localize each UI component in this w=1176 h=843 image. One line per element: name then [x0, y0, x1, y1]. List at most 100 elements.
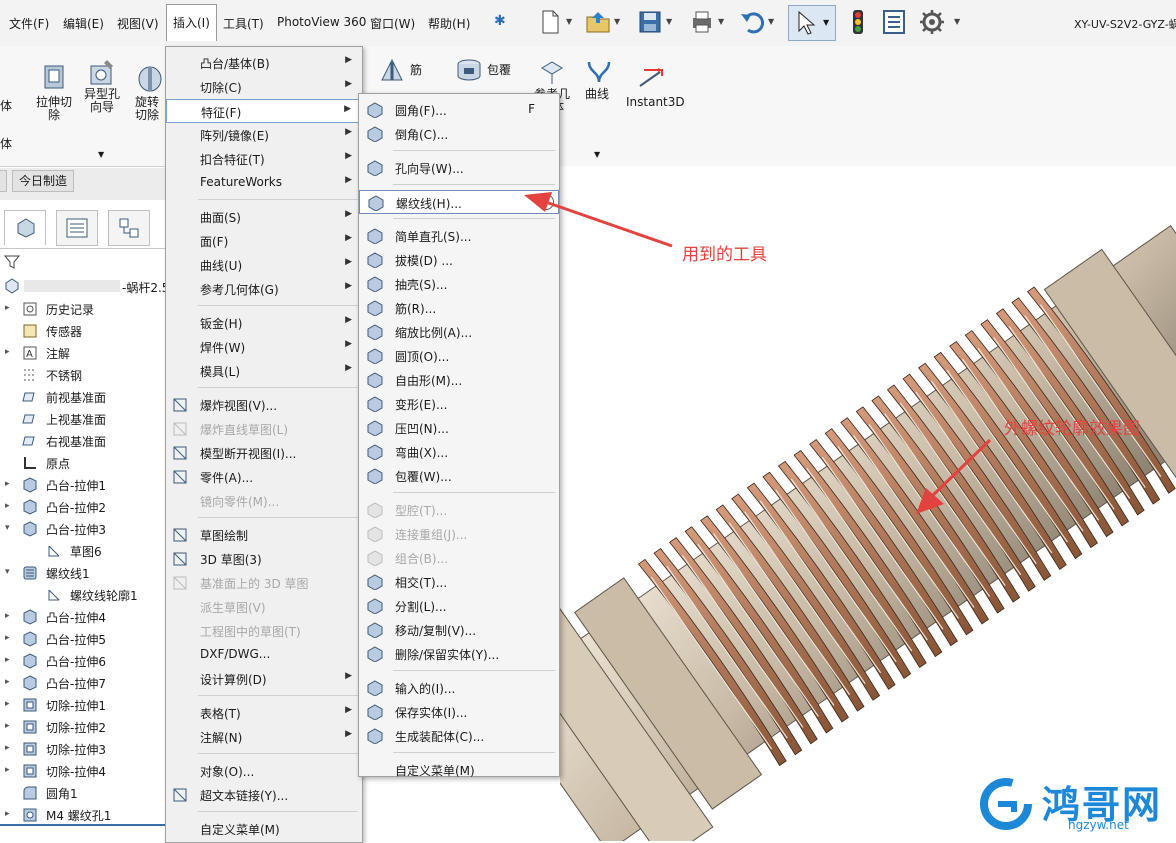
expand-arrow-icon[interactable]: ▸ — [5, 347, 10, 357]
tree-item[interactable]: ▸ 切除-拉伸4 — [0, 760, 165, 782]
curves-button[interactable]: 曲线 — [585, 88, 609, 101]
feature-menu-item[interactable]: 筋(R)... — [359, 296, 559, 320]
new-document-icon[interactable] — [536, 8, 564, 36]
tree-root[interactable]: -蜗杆2.5 — [0, 276, 169, 296]
insert-menu-item[interactable]: 模具(L) ▶ — [166, 359, 362, 383]
expand-arrow-icon[interactable]: ▸ — [5, 479, 10, 489]
insert-menu-item[interactable]: 设计算例(D) ▶ — [166, 667, 362, 691]
menu-file[interactable]: 文件(F) — [9, 15, 49, 32]
menu-view[interactable]: 视图(V) — [117, 15, 159, 32]
filter-icon[interactable] — [4, 254, 20, 270]
insert-menu-item[interactable]: 凸台/基体(B) ▶ — [166, 51, 362, 75]
tree-item[interactable]: 草图6 — [0, 540, 165, 562]
tree-item[interactable]: ▸ 凸台-拉伸7 — [0, 672, 165, 694]
wrap-button[interactable]: 包覆 — [487, 64, 511, 77]
expand-arrow-icon[interactable]: ▸ — [5, 633, 10, 643]
save-icon[interactable] — [636, 8, 664, 36]
feature-menu-item[interactable]: 压凹(N)... — [359, 416, 559, 440]
tab-configuration-manager[interactable] — [108, 210, 150, 246]
open-folder-icon[interactable] — [584, 8, 612, 36]
menu-edit[interactable]: 编辑(E) — [63, 15, 104, 32]
feature-menu-item[interactable]: 螺纹线(H)...? — [359, 190, 559, 214]
expand-arrow-icon[interactable]: ▸ — [5, 699, 10, 709]
tree-item[interactable]: ▸ A 注解 — [0, 342, 165, 364]
tab-property-manager[interactable] — [56, 210, 98, 246]
feature-menu-item[interactable]: 缩放比例(A)... — [359, 320, 559, 344]
insert-menu-item[interactable]: 爆炸视图(V)... — [166, 393, 362, 417]
insert-menu-item[interactable]: 表格(T) ▶ — [166, 701, 362, 725]
tab-today-manufacture[interactable]: 今日制造 — [12, 170, 75, 192]
feature-menu-item[interactable]: 保存实体(I)... — [359, 700, 559, 724]
insert-menu-item[interactable]: FeatureWorks ▶ — [166, 171, 362, 195]
tree-item[interactable]: ▸ 切除-拉伸2 — [0, 716, 165, 738]
feature-menu-item[interactable]: 包覆(W)... — [359, 464, 559, 488]
rib-button[interactable]: 筋 — [410, 64, 422, 77]
insert-menu-item[interactable]: DXF/DWG... — [166, 643, 362, 667]
insert-menu-item[interactable]: 曲线(U) ▶ — [166, 253, 362, 277]
expand-arrow-icon[interactable]: ▸ — [5, 501, 10, 511]
insert-menu-item[interactable]: 模型断开视图(I)... — [166, 441, 362, 465]
insert-menu-item[interactable]: 自定义菜单(M) — [166, 817, 362, 841]
tree-item[interactable]: ▸ 凸台-拉伸4 — [0, 606, 165, 628]
tree-item[interactable]: 螺纹线轮廓1 — [0, 584, 165, 606]
collapse-arrow-icon[interactable]: ▾ — [5, 567, 10, 577]
menu-insert[interactable]: 插入(I) — [166, 4, 217, 41]
rebuild-traffic-light-icon[interactable] — [844, 8, 872, 36]
tab-feature-manager[interactable] — [4, 210, 46, 245]
insert-menu-item[interactable]: 超文本链接(Y)... — [166, 783, 362, 807]
insert-menu-item[interactable]: 草图绘制 — [166, 523, 362, 547]
feature-menu-item[interactable]: 弯曲(X)... — [359, 440, 559, 464]
expand-arrow-icon[interactable]: ▸ — [5, 655, 10, 665]
reference-geometry-icon[interactable] — [538, 58, 566, 86]
insert-menu-item[interactable]: 参考几何体(G) ▶ — [166, 277, 362, 301]
menu-tools[interactable]: 工具(T) — [223, 15, 264, 32]
help-icon[interactable]: ? — [538, 194, 554, 210]
feature-menu-item[interactable]: 自定义菜单(M) — [359, 758, 559, 782]
expand-arrow-icon[interactable]: ▸ — [5, 677, 10, 687]
expand-arrow-icon[interactable]: ▸ — [5, 765, 10, 775]
tree-item[interactable]: 不锈钢 — [0, 364, 165, 386]
feature-menu-item[interactable]: 变形(E)... — [359, 392, 559, 416]
tree-item[interactable]: ▸ 切除-拉伸3 — [0, 738, 165, 760]
insert-menu-item[interactable]: 3D 草图(3) — [166, 547, 362, 571]
options-gear-icon[interactable] — [918, 8, 946, 36]
tree-item[interactable]: 前视基准面 — [0, 386, 165, 408]
insert-menu-item[interactable]: 焊件(W) ▶ — [166, 335, 362, 359]
tree-item[interactable]: ▸ 凸台-拉伸6 — [0, 650, 165, 672]
tree-item[interactable]: ▸ M4 螺纹孔1 — [0, 804, 165, 826]
insert-menu-item[interactable]: 对象(O)... — [166, 759, 362, 783]
menu-window[interactable]: 窗口(W) — [370, 15, 415, 32]
feature-menu-item[interactable]: 倒角(C)... — [359, 122, 559, 146]
wrap-icon[interactable] — [455, 56, 483, 84]
insert-menu-item[interactable]: 切除(C) ▶ — [166, 75, 362, 99]
insert-menu-item[interactable]: 阵列/镜像(E) ▶ — [166, 123, 362, 147]
expand-arrow-icon[interactable]: ▸ — [5, 721, 10, 731]
feature-menu-item[interactable]: 孔向导(W)... — [359, 156, 559, 180]
collapse-arrow-icon[interactable]: ▾ — [5, 523, 10, 533]
insert-menu-item[interactable]: 特征(F) ▶ — [166, 99, 362, 123]
expand-arrow-icon[interactable]: ▸ — [5, 809, 10, 819]
feature-menu-item[interactable]: 相交(T)... — [359, 570, 559, 594]
tree-item[interactable]: ▸ 历史记录 — [0, 298, 165, 320]
insert-menu-item[interactable]: 曲面(S) ▶ — [166, 205, 362, 229]
print-icon[interactable] — [688, 8, 716, 36]
feature-menu-item[interactable]: 抽壳(S)... — [359, 272, 559, 296]
pin-icon[interactable]: ✱ — [494, 13, 506, 29]
tree-item[interactable]: 上视基准面 — [0, 408, 165, 430]
revolved-cut-button[interactable]: 旋转切除 — [130, 96, 164, 122]
feature-menu-item[interactable]: 圆角(F)... F — [359, 98, 559, 122]
tree-item[interactable]: ▸ 凸台-拉伸5 — [0, 628, 165, 650]
expand-arrow-icon[interactable]: ▸ — [5, 611, 10, 621]
insert-menu-item[interactable]: 钣金(H) ▶ — [166, 311, 362, 335]
instant3d-icon[interactable] — [636, 64, 668, 94]
feature-menu-item[interactable]: 圆顶(O)... — [359, 344, 559, 368]
feature-menu-item[interactable]: 移动/复制(V)... — [359, 618, 559, 642]
extruded-cut-button[interactable]: 拉伸切除 — [33, 96, 75, 122]
hole-wizard-button[interactable]: 异型孔向导 — [80, 88, 124, 114]
expand-arrow-icon[interactable]: ▸ — [5, 743, 10, 753]
graphics-area[interactable] — [560, 166, 1176, 841]
feature-menu-item[interactable]: 简单直孔(S)... — [359, 224, 559, 248]
insert-menu-item[interactable]: 面(F) ▶ — [166, 229, 362, 253]
feature-menu-item[interactable]: 拔模(D) ... — [359, 248, 559, 272]
select-tool-button[interactable]: ▼ — [788, 5, 836, 41]
